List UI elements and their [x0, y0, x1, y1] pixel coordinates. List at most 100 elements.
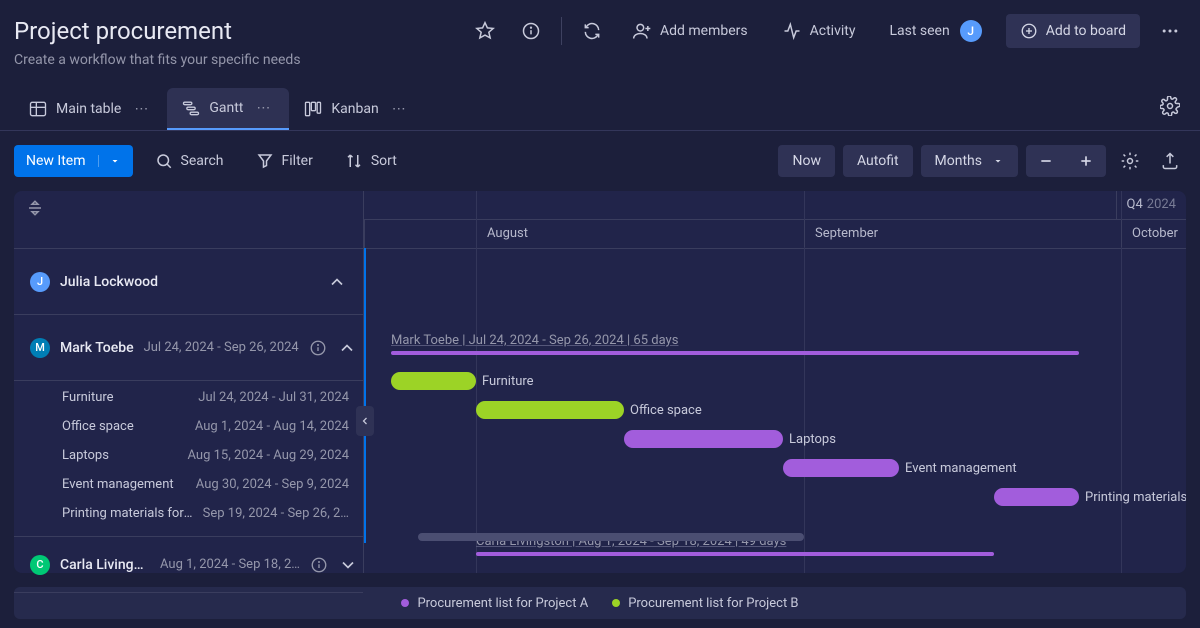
activity-button[interactable]: Activity	[772, 15, 866, 47]
add-members-button[interactable]: Add members	[622, 15, 758, 47]
last-seen[interactable]: Last seen J	[879, 14, 991, 48]
info-icon[interactable]	[309, 339, 327, 357]
sort-icon	[345, 152, 363, 170]
export-icon[interactable]	[1154, 145, 1186, 177]
now-button[interactable]: Now	[778, 145, 835, 177]
search-icon	[155, 152, 173, 170]
chevron-up-icon[interactable]	[327, 272, 347, 292]
kanban-icon	[303, 99, 323, 119]
info-icon[interactable]	[310, 556, 328, 574]
new-item-dropdown[interactable]	[98, 155, 121, 167]
task-bar[interactable]	[783, 459, 899, 477]
sync-icon[interactable]	[576, 15, 608, 47]
sort-button[interactable]: Sort	[335, 146, 407, 176]
horizontal-scrollbar[interactable]	[364, 533, 1172, 541]
tab-label: Gantt	[209, 100, 243, 116]
gantt-settings-icon[interactable]	[1114, 145, 1146, 177]
collapse-panel-button[interactable]	[356, 406, 374, 436]
chevron-left-icon	[359, 415, 371, 427]
group-dates: Jul 24, 2024 - Sep 26, 2024	[144, 340, 299, 355]
summary-label: Mark Toebe | Jul 24, 2024 - Sep 26, 2024…	[391, 333, 678, 348]
gantt-icon	[181, 98, 201, 118]
group-name: Julia Lockwood	[60, 274, 158, 290]
tab-menu-icon[interactable]: ⋯	[129, 101, 153, 117]
task-row[interactable]: Office spaceAug 1, 2024 - Aug 14, 2024	[14, 412, 363, 441]
group-row[interactable]: M Mark Toebe Jul 24, 2024 - Sep 26, 2024	[14, 315, 363, 381]
task-bar-label: Furniture	[482, 372, 534, 390]
add-to-board-label: Add to board	[1046, 23, 1126, 39]
search-label: Search	[181, 153, 224, 169]
task-name: Event management	[62, 477, 188, 492]
group-name: Carla Livings…	[60, 557, 150, 573]
task-name: Furniture	[62, 390, 190, 405]
task-bar-label: Office space	[630, 401, 702, 419]
table-icon	[28, 99, 48, 119]
divider	[561, 17, 562, 45]
month-header: August	[364, 220, 692, 249]
timescale-select[interactable]: Months	[921, 145, 1018, 177]
task-name: Printing materials for lea…	[62, 506, 195, 521]
filter-button[interactable]: Filter	[246, 146, 323, 176]
task-bar-label: Printing materials for lea…	[1085, 488, 1186, 506]
task-dates: Jul 24, 2024 - Jul 31, 2024	[198, 390, 349, 405]
task-row[interactable]: Event management Aug 30, 2024 - Sep 9, 20…	[14, 470, 363, 499]
search-button[interactable]: Search	[145, 146, 234, 176]
filter-icon	[256, 152, 274, 170]
chevron-down-icon	[992, 155, 1004, 167]
month-header: September	[804, 220, 1121, 247]
gantt-chart: J Julia Lockwood M Mark Toebe Jul 24, 20…	[14, 191, 1186, 573]
task-bar[interactable]	[476, 401, 624, 419]
tab-main-table[interactable]: Main table ⋯	[14, 89, 167, 129]
avatar: C	[30, 555, 50, 575]
info-icon[interactable]	[515, 15, 547, 47]
group-name: Mark Toebe	[60, 340, 134, 356]
tab-label: Kanban	[331, 101, 378, 117]
legend-item: Procurement list for Project B	[612, 596, 798, 611]
expand-rows-icon[interactable]	[26, 199, 44, 217]
avatar: J	[30, 272, 50, 292]
task-dates: Sep 19, 2024 - Sep 26, 2…	[203, 506, 349, 521]
task-bar-label: Laptops	[789, 430, 836, 448]
quarter-header: Q42024	[1116, 191, 1186, 219]
tab-menu-icon[interactable]: ⋯	[251, 100, 275, 116]
today-indicator	[364, 248, 366, 543]
last-seen-label: Last seen	[889, 23, 949, 39]
page-title: Project procurement	[14, 17, 232, 45]
filter-label: Filter	[282, 153, 313, 169]
task-bar[interactable]	[994, 488, 1079, 506]
add-members-label: Add members	[660, 23, 748, 39]
group-row[interactable]: J Julia Lockwood	[14, 249, 363, 315]
add-to-board-button[interactable]: Add to board	[1006, 14, 1140, 48]
zoom-group	[1026, 145, 1106, 177]
task-row[interactable]: Furniture Jul 24, 2024 - Jul 31, 2024	[14, 383, 363, 412]
chevron-down-icon[interactable]	[338, 555, 358, 575]
task-bar-label: Event management	[905, 459, 1017, 477]
tab-kanban[interactable]: Kanban ⋯	[289, 89, 424, 129]
month-header: October	[1121, 220, 1186, 247]
avatar: J	[960, 20, 982, 42]
summary-bar[interactable]	[476, 552, 994, 556]
task-dates: Aug 30, 2024 - Sep 9, 2024	[196, 477, 349, 492]
more-icon[interactable]	[1154, 15, 1186, 47]
chevron-up-icon[interactable]	[337, 338, 357, 358]
group-dates: Aug 1, 2024 - Sep 18, 2…	[160, 557, 300, 572]
task-bar[interactable]	[391, 372, 476, 390]
summary-bar[interactable]	[391, 351, 1079, 355]
star-icon[interactable]	[469, 15, 501, 47]
task-name: Laptops	[62, 448, 180, 463]
zoom-out-button[interactable]	[1026, 145, 1066, 177]
task-row[interactable]: LaptopsAug 15, 2024 - Aug 29, 2024	[14, 441, 363, 470]
task-row[interactable]: Printing materials for lea… Sep 19, 2024 …	[14, 499, 363, 528]
autofit-button[interactable]: Autofit	[843, 145, 913, 177]
avatar: M	[30, 338, 50, 358]
scrollbar-thumb[interactable]	[418, 533, 804, 541]
task-bar[interactable]	[624, 430, 783, 448]
zoom-in-button[interactable]	[1066, 145, 1106, 177]
new-item-label: New Item	[26, 153, 86, 169]
new-item-button[interactable]: New Item	[14, 145, 133, 177]
gear-icon[interactable]	[1154, 90, 1186, 122]
tab-gantt[interactable]: Gantt ⋯	[167, 88, 289, 130]
tab-menu-icon[interactable]: ⋯	[387, 101, 411, 117]
chevron-down-icon	[109, 155, 121, 167]
group-row[interactable]: C Carla Livings… Aug 1, 2024 - Sep 18, 2…	[14, 537, 363, 593]
